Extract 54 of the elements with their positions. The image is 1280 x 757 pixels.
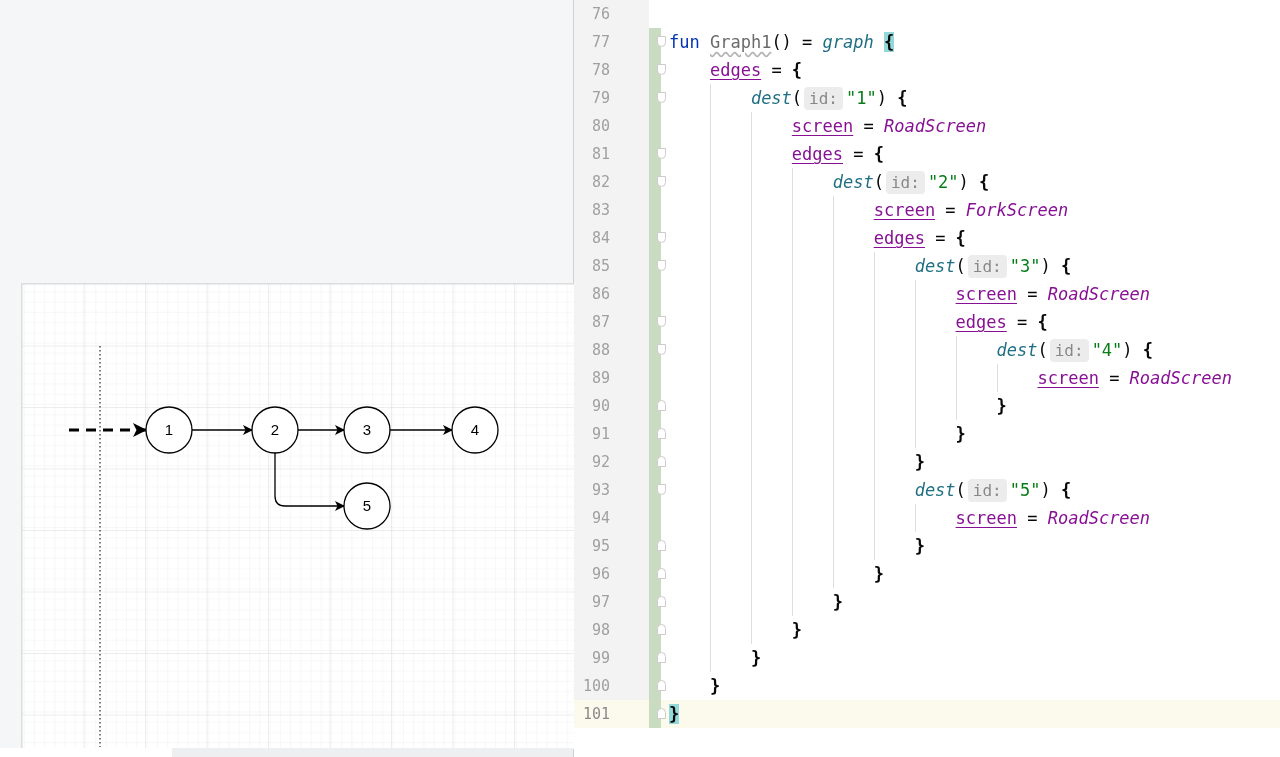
fold-icon[interactable] — [657, 652, 666, 663]
line-number: 82 — [574, 168, 649, 196]
fold-icon[interactable] — [657, 176, 666, 187]
fold-icon[interactable] — [657, 540, 666, 551]
fold-icon[interactable] — [657, 36, 666, 47]
edge-arrow — [389, 425, 453, 435]
line-number: 88 — [574, 336, 649, 364]
fold-icon[interactable] — [657, 568, 666, 579]
fold-icon[interactable] — [657, 260, 666, 271]
line-number: 91 — [574, 420, 649, 448]
fold-icon[interactable] — [657, 596, 666, 607]
fold-icon[interactable] — [657, 232, 666, 243]
fold-icon[interactable] — [657, 456, 666, 467]
edge-arrow — [274, 452, 345, 511]
line-number: 76 — [574, 0, 649, 28]
graph-node: 1 — [145, 406, 193, 454]
fold-icon[interactable] — [657, 428, 666, 439]
line-number: 89 — [574, 364, 649, 392]
fold-icon[interactable] — [657, 680, 666, 691]
fold-icon[interactable] — [657, 708, 666, 719]
edge-arrow — [297, 425, 345, 435]
line-number: 86 — [574, 280, 649, 308]
fold-icon[interactable] — [657, 344, 666, 355]
fold-icon[interactable] — [657, 316, 666, 327]
line-number: 85 — [574, 252, 649, 280]
graph-node: 5 — [343, 482, 391, 530]
graph-node: 2 — [251, 406, 299, 454]
edge-arrow — [191, 425, 253, 435]
line-number: 87 — [574, 308, 649, 336]
line-number: 84 — [574, 224, 649, 252]
line-number: 100 — [574, 672, 649, 700]
line-number: 94 — [574, 504, 649, 532]
line-number: 93 — [574, 476, 649, 504]
line-number: 79 — [574, 84, 649, 112]
line-number: 77 — [574, 28, 649, 56]
fold-icon[interactable] — [657, 64, 666, 75]
line-number: 96 — [574, 560, 649, 588]
graph-node: 4 — [451, 406, 499, 454]
line-number: 98 — [574, 616, 649, 644]
line-number: 83 — [574, 196, 649, 224]
fold-icon[interactable] — [657, 148, 666, 159]
line-number: 81 — [574, 140, 649, 168]
fold-icon[interactable] — [657, 92, 666, 103]
line-number: 78 — [574, 56, 649, 84]
line-number: 90 — [574, 392, 649, 420]
line-number: 92 — [574, 448, 649, 476]
line-number: 95 — [574, 532, 649, 560]
line-number: 99 — [574, 644, 649, 672]
fold-icon[interactable] — [657, 624, 666, 635]
line-number: 80 — [574, 112, 649, 140]
graph-node: 3 — [343, 406, 391, 454]
line-number: 97 — [574, 588, 649, 616]
fold-icon[interactable] — [657, 400, 666, 411]
fold-icon[interactable] — [657, 484, 666, 495]
